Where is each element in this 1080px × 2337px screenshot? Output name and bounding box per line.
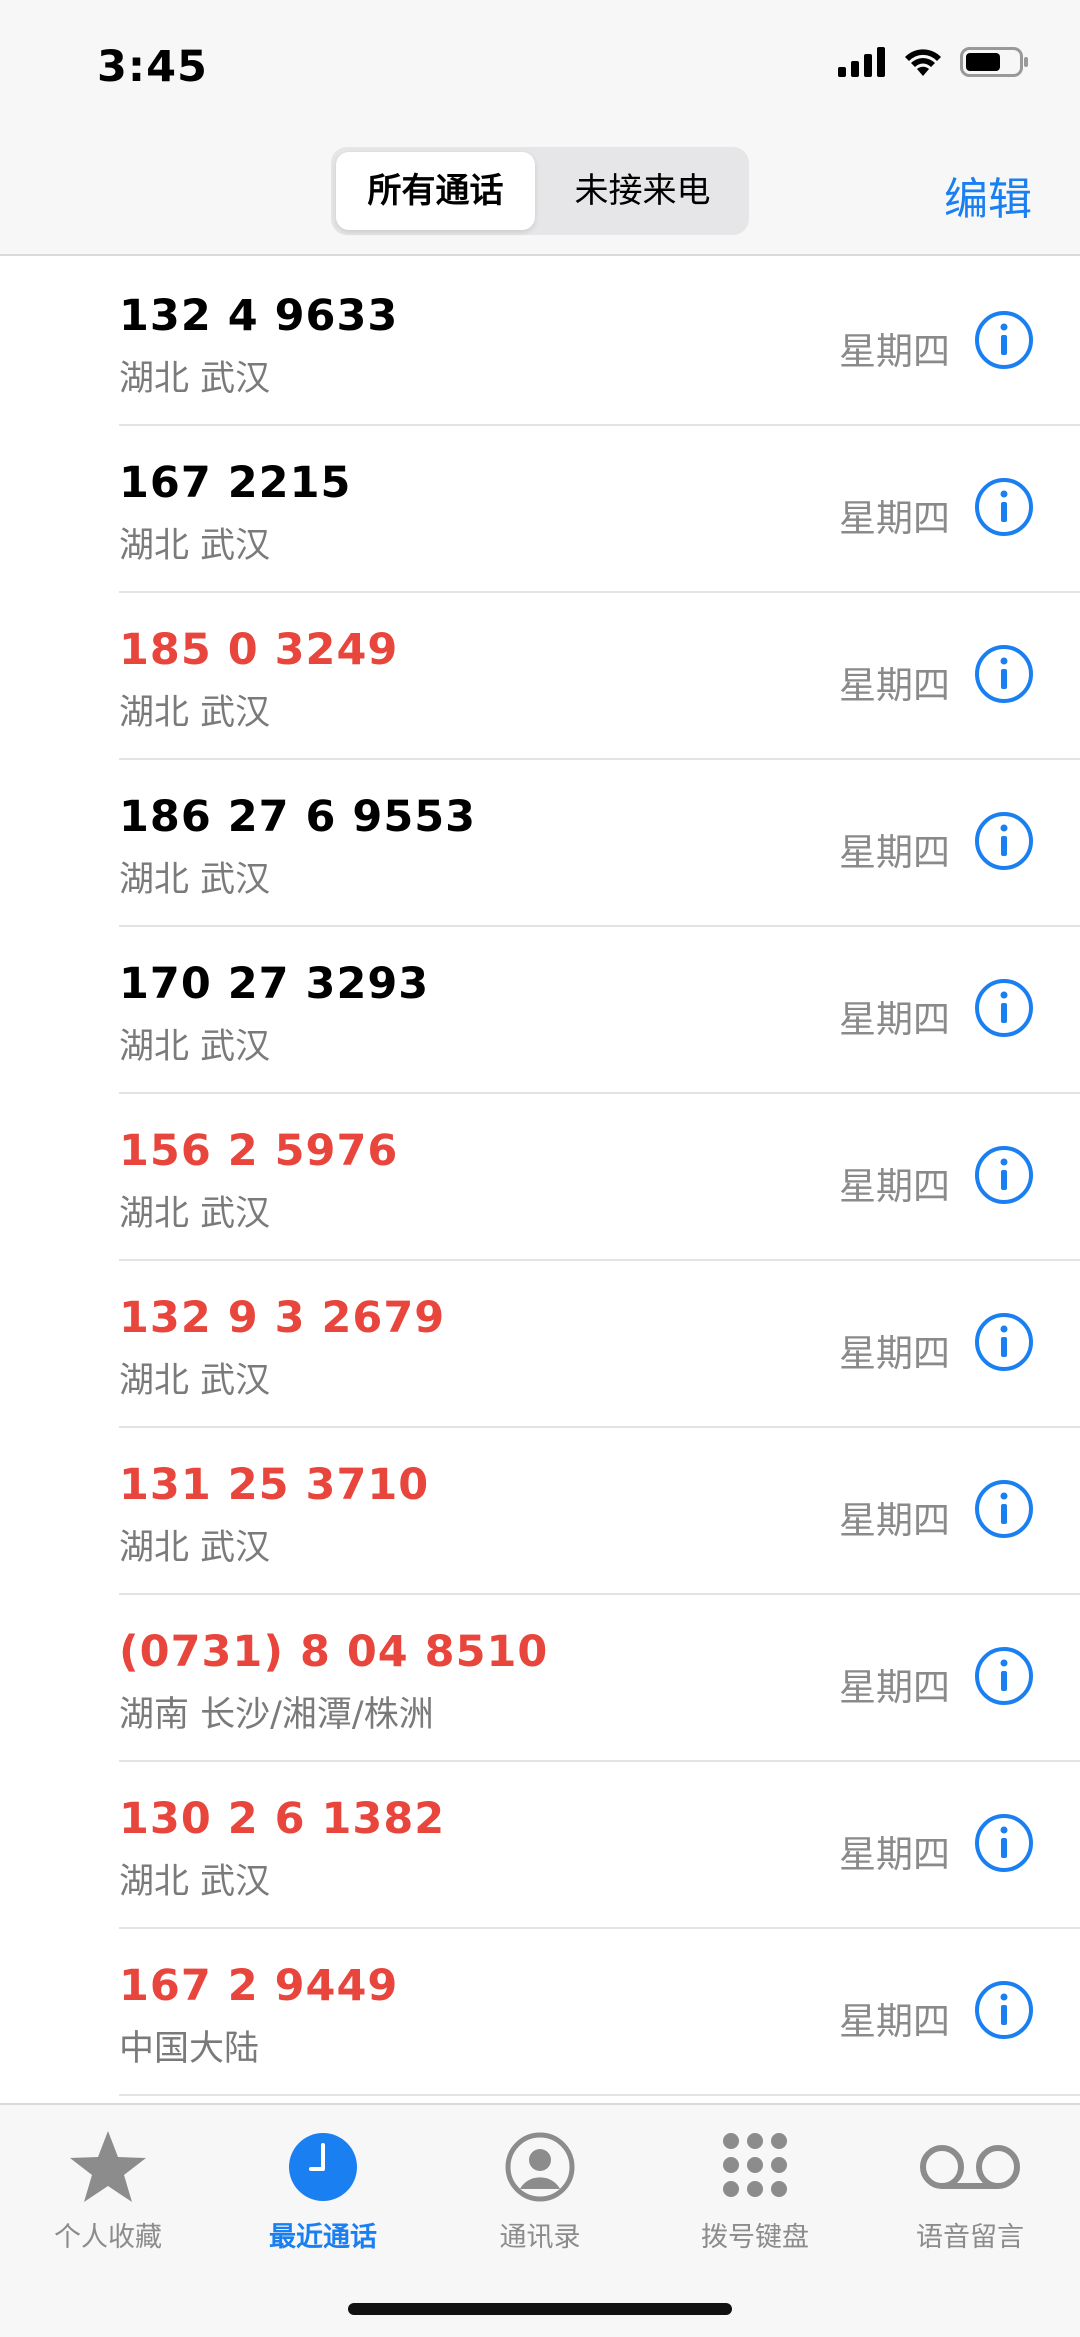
call-number: 186 27 6 9553 — [119, 792, 477, 842]
call-day: 星期四 — [839, 831, 950, 874]
call-day: 星期四 — [839, 2000, 950, 2043]
call-location: 湖北 武汉 — [119, 1361, 271, 1401]
call-row[interactable]: 167 2 9449 中国大陆 星期四 — [0, 1929, 1080, 2096]
call-day: 星期四 — [839, 664, 950, 707]
recent-calls-list: 132 4 9633 湖北 武汉 星期四 167 2215 湖北 武汉 星期四 … — [0, 259, 1080, 2096]
tab-label: 最近通话 — [269, 2222, 377, 2253]
info-icon[interactable] — [974, 978, 1034, 1038]
segment-missed-calls[interactable]: 未接来电 — [541, 152, 744, 230]
info-icon[interactable] — [974, 310, 1034, 370]
tab-label: 语音留言 — [916, 2222, 1024, 2253]
call-location: 湖北 武汉 — [119, 1528, 271, 1568]
call-number: 130 2 6 1382 — [119, 1794, 446, 1844]
tab-contacts[interactable]: 通讯录 — [450, 2127, 630, 2254]
call-location: 湖北 武汉 — [119, 1194, 271, 1234]
battery-icon — [960, 47, 1028, 77]
call-location: 湖南 长沙/湘潭/株洲 — [119, 1695, 434, 1735]
cellular-signal-icon — [838, 47, 885, 77]
wifi-icon — [905, 49, 941, 76]
call-number: 132 4 9633 — [119, 291, 399, 341]
call-row[interactable]: 156 2 5976 湖北 武汉 星期四 — [0, 1094, 1080, 1261]
call-day: 星期四 — [839, 1499, 950, 1542]
info-icon[interactable] — [974, 811, 1034, 871]
info-icon[interactable] — [974, 644, 1034, 704]
segment-all-calls[interactable]: 所有通话 — [336, 152, 535, 230]
call-row[interactable]: 130 2 6 1382 湖北 武汉 星期四 — [0, 1762, 1080, 1929]
call-day: 星期四 — [839, 330, 950, 373]
info-icon[interactable] — [974, 1312, 1034, 1372]
info-icon[interactable] — [974, 1646, 1034, 1706]
keypad-icon — [723, 2133, 787, 2197]
call-location: 湖北 武汉 — [119, 1027, 271, 1067]
tab-keypad[interactable]: 拨号键盘 — [665, 2127, 845, 2254]
tab-voicemail[interactable]: 语音留言 — [880, 2127, 1060, 2254]
call-row[interactable]: 132 4 9633 湖北 武汉 星期四 — [0, 259, 1080, 426]
call-row[interactable]: 131 25 3710 湖北 武汉 星期四 — [0, 1428, 1080, 1595]
call-day: 星期四 — [839, 1666, 950, 1709]
info-icon[interactable] — [974, 1145, 1034, 1205]
call-number: 167 2 9449 — [119, 1961, 399, 2011]
info-icon[interactable] — [974, 477, 1034, 537]
tab-label: 拨号键盘 — [701, 2222, 809, 2253]
call-location: 湖北 武汉 — [119, 359, 271, 399]
info-icon[interactable] — [974, 1813, 1034, 1873]
call-row[interactable]: 186 27 6 9553 湖北 武汉 星期四 — [0, 760, 1080, 927]
call-number: 132 9 3 2679 — [119, 1293, 446, 1343]
call-location: 湖北 武汉 — [119, 526, 271, 566]
tab-favorites[interactable]: 个人收藏 — [18, 2127, 198, 2254]
clock-icon — [289, 2133, 357, 2201]
info-icon[interactable] — [974, 1479, 1034, 1539]
contact-icon — [505, 2132, 575, 2202]
call-row[interactable]: 170 27 3293 湖北 武汉 星期四 — [0, 927, 1080, 1094]
call-location: 湖北 武汉 — [119, 860, 271, 900]
tab-label: 通讯录 — [499, 2222, 581, 2253]
call-day: 星期四 — [839, 497, 950, 540]
call-day: 星期四 — [839, 1332, 950, 1375]
call-row[interactable]: 185 0 3249 湖北 武汉 星期四 — [0, 593, 1080, 760]
call-number: 131 25 3710 — [119, 1460, 430, 1510]
tab-label: 个人收藏 — [54, 2222, 162, 2253]
call-number: 185 0 3249 — [119, 625, 399, 675]
nav-header: 3:45 所有通话 未接来电 编辑 — [0, 0, 1080, 256]
call-day: 星期四 — [839, 1165, 950, 1208]
call-row[interactable]: 132 9 3 2679 湖北 武汉 星期四 — [0, 1261, 1080, 1428]
call-location: 湖北 武汉 — [119, 693, 271, 733]
status-time: 3:45 — [97, 42, 208, 92]
home-indicator[interactable] — [348, 2303, 732, 2315]
call-filter-segmented-control: 所有通话 未接来电 — [331, 147, 749, 235]
call-day: 星期四 — [839, 998, 950, 1041]
call-number: (0731) 8 04 8510 — [119, 1627, 549, 1677]
call-number: 167 2215 — [119, 458, 352, 508]
call-day: 星期四 — [839, 1833, 950, 1876]
call-row[interactable]: 167 2215 湖北 武汉 星期四 — [0, 426, 1080, 593]
call-location: 湖北 武汉 — [119, 1862, 271, 1902]
info-icon[interactable] — [974, 1980, 1034, 2040]
call-row[interactable]: (0731) 8 04 8510 湖南 长沙/湘潭/株洲 星期四 — [0, 1595, 1080, 1762]
call-number: 170 27 3293 — [119, 959, 430, 1009]
tab-recents[interactable]: 最近通话 — [233, 2127, 413, 2254]
status-icons — [838, 46, 1030, 78]
call-number: 156 2 5976 — [119, 1126, 399, 1176]
voicemail-icon — [920, 2145, 1020, 2189]
call-location: 中国大陆 — [119, 2029, 260, 2069]
tab-bar: 个人收藏 最近通话 通讯录 拨号键盘 语音留言 — [0, 2103, 1080, 2337]
star-icon — [70, 2131, 146, 2202]
edit-button[interactable]: 编辑 — [944, 163, 1032, 227]
